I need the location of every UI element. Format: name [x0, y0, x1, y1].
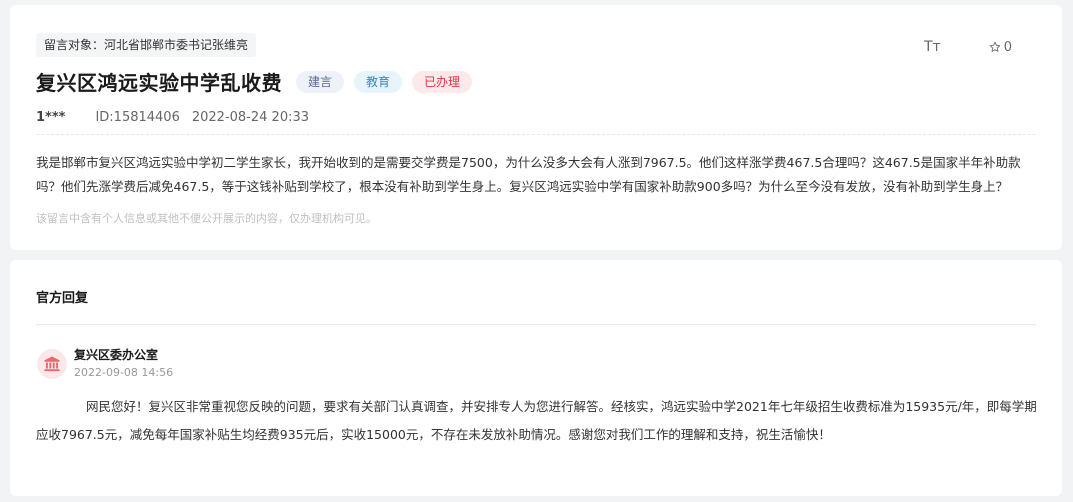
recipient-label: 留言对象：河北省邯郸市委书记张维亮	[36, 33, 257, 57]
reply-body: 网民您好！复兴区非常重视您反映的问题，要求有关部门认真调查，并安排专人为您进行解…	[36, 399, 1037, 442]
tag-suggestion: 建言	[296, 70, 345, 93]
org-avatar	[37, 349, 67, 379]
message-meta: 1*** ID:15814406 2022-08-24 20:33	[36, 110, 309, 125]
meta-divider	[36, 134, 1036, 135]
page-title: 复兴区鸿远实验中学乱收费	[36, 71, 282, 95]
official-reply-card: 官方回复 复兴区委办公室 2022-09-08 14:56 网民您好！复兴区非常…	[10, 260, 1062, 496]
tag-education: 教育	[354, 70, 403, 93]
message-toolbar: Tт 0	[924, 39, 1012, 55]
reply-org-name: 复兴区委办公室	[74, 348, 159, 362]
reply-heading: 官方回复	[36, 291, 89, 306]
privacy-note: 该留言中含有个人信息或其他不便公开展示的内容，仅办理机构可见。	[36, 212, 377, 225]
tag-status-done: 已办理	[412, 70, 473, 93]
title-row: 复兴区鸿远实验中学乱收费 建言 教育 已办理	[36, 67, 473, 96]
font-size-icon[interactable]: Tт	[924, 39, 941, 55]
message-id: ID:15814406	[95, 110, 180, 125]
favorite-button[interactable]: 0	[989, 40, 1012, 55]
favorite-count: 0	[1003, 39, 1012, 55]
government-building-icon	[44, 356, 60, 372]
star-icon	[989, 41, 1000, 52]
reply-time: 2022-09-08 14:56	[74, 366, 174, 379]
reply-divider	[36, 324, 1036, 325]
message-time: 2022-08-24 20:33	[191, 110, 310, 125]
message-body: 我是邯郸市复兴区鸿远实验中学初二学生家长，我开始收到的是需要交学费是7500，为…	[36, 155, 1021, 194]
message-card: 留言对象：河北省邯郸市委书记张维亮 复兴区鸿远实验中学乱收费 建言 教育 已办理…	[10, 5, 1062, 250]
author-name: 1***	[36, 110, 66, 125]
